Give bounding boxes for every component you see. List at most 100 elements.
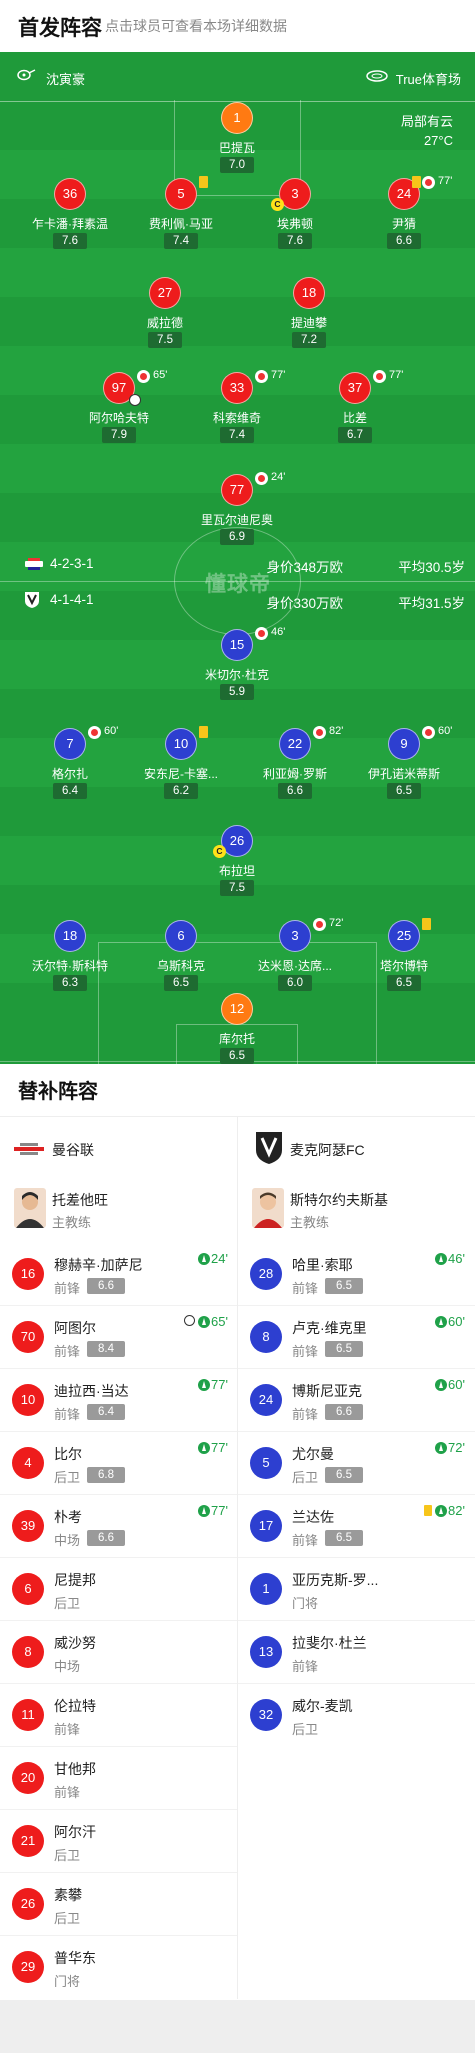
player-rating: 7.6 (53, 233, 87, 249)
sub-player-name: 迪拉西·当达 (54, 1383, 129, 1399)
sub-player-home[interactable]: 6 尼提邦 后卫 (0, 1558, 237, 1621)
away-formation: 4-1-4-1 (50, 592, 94, 607)
player-rating: 7.5 (220, 880, 254, 896)
substitution-minute: 77' (438, 175, 453, 187)
sub-player-home[interactable]: 16 穆赫辛·加萨尼 前锋 6.6 24' (0, 1243, 237, 1306)
away-team-header[interactable]: 麦克阿瑟FC (238, 1124, 475, 1172)
sub-player-rating: 6.4 (87, 1404, 125, 1420)
substitution-minute: 77' (211, 1377, 228, 1392)
sub-player-home[interactable]: 39 朴考 中场 6.6 77' (0, 1495, 237, 1558)
sub-player-rating: 6.5 (325, 1530, 363, 1546)
sub-player-away[interactable]: 5 尤尔曼 后卫 6.5 72' (238, 1432, 475, 1495)
yellow-card-icon (199, 176, 208, 188)
sub-player-name: 博斯尼亚克 (292, 1383, 362, 1399)
away-coach[interactable]: 斯特尔约夫斯基 主教练 (238, 1180, 475, 1236)
weather-temperature: 27°C (423, 133, 453, 148)
sub-player-name: 普华东 (54, 1950, 96, 1966)
away-team-value: 身价330万欧 (266, 596, 343, 611)
substitution-out-icon (313, 918, 326, 931)
home-team-value: 身价348万欧 (266, 560, 343, 575)
player-rating: 7.2 (292, 332, 326, 348)
shirt-number: 39 (12, 1510, 44, 1542)
sub-player-rating: 6.6 (87, 1278, 125, 1294)
player-rating: 6.6 (278, 783, 312, 799)
player-rating: 7.4 (220, 427, 254, 443)
shirt-number: 18 (293, 277, 325, 309)
sub-player-home[interactable]: 70 阿图尔 前锋 8.4 65' (0, 1306, 237, 1369)
sub-player-home[interactable]: 11 伦拉特 前锋 (0, 1684, 237, 1747)
captain-badge: C (213, 845, 226, 858)
sub-player-away[interactable]: 8 卢克·维克里 前锋 6.5 60' (238, 1306, 475, 1369)
sub-player-position: 前锋 (292, 1344, 319, 1359)
sub-player-home[interactable]: 29 普华东 门将 (0, 1936, 237, 1999)
player-name: 安东尼-卡塞... (144, 767, 218, 781)
sub-player-name: 尤尔曼 (292, 1446, 334, 1462)
shirt-number: 28 (250, 1258, 282, 1290)
lineup-header: 首发阵容 点击球员可查看本场详细数据 (0, 0, 475, 52)
shirt-number: 29 (12, 1951, 44, 1983)
sub-player-position: 后卫 (54, 1470, 81, 1485)
shirt-number: 12 (221, 993, 253, 1025)
sub-player-away[interactable]: 13 拉斐尔·杜兰 前锋 (238, 1621, 475, 1684)
substitution-in-icon (198, 1253, 210, 1265)
player-name: 格尔扎 (51, 767, 88, 781)
player-name: 尹猜 (391, 217, 416, 231)
substitution-out-icon (313, 726, 326, 739)
sub-player-away[interactable]: 24 博斯尼亚克 前锋 6.6 60' (238, 1369, 475, 1432)
home-coach[interactable]: 托差他旺 主教练 (0, 1180, 237, 1236)
player-name: 米切尔·杜克 (205, 668, 269, 682)
sub-player-name: 卢克·维克里 (292, 1320, 367, 1336)
shirt-number: 5 (250, 1447, 282, 1479)
player-name: 达米恩·达席... (258, 959, 332, 973)
substitution-in-icon (198, 1505, 210, 1517)
sub-player-rating: 6.8 (87, 1467, 125, 1483)
sub-player-away[interactable]: 1 亚历克斯-罗... 门将 (238, 1558, 475, 1621)
sub-player-rating: 6.5 (325, 1467, 363, 1483)
sub-player-home[interactable]: 20 甘他邦 前锋 (0, 1747, 237, 1810)
substitution-minute: 77' (211, 1503, 228, 1518)
player-rating: 6.4 (53, 783, 87, 799)
away-team-logo-icon (256, 1132, 282, 1164)
player-rating: 6.2 (164, 783, 198, 799)
sub-player-away[interactable]: 28 哈里·索耶 前锋 6.5 46' (238, 1243, 475, 1306)
shirt-number: 18 (54, 920, 86, 952)
home-team-header[interactable]: 曼谷联 (0, 1124, 237, 1172)
substitution-minute: 60' (448, 1314, 465, 1329)
sub-player-away[interactable]: 17 兰达佐 前锋 6.5 82' (238, 1495, 475, 1558)
sub-player-home[interactable]: 10 迪拉西·当达 前锋 6.4 77' (0, 1369, 237, 1432)
sub-player-rating: 8.4 (87, 1341, 125, 1357)
sub-player-name: 阿图尔 (54, 1320, 96, 1336)
shirt-number: 7 (54, 728, 86, 760)
substitution-out-icon (255, 370, 268, 383)
sub-player-home[interactable]: 8 威沙努 中场 (0, 1621, 237, 1684)
yellow-card-icon (424, 1505, 432, 1516)
sub-player-away[interactable]: 32 威尔-麦凯 后卫 (238, 1684, 475, 1747)
sub-player-home[interactable]: 26 素攀 后卫 (0, 1873, 237, 1936)
player-rating: 6.3 (53, 975, 87, 991)
coach-role: 主教练 (52, 1215, 92, 1230)
player-rating: 6.5 (164, 975, 198, 991)
sub-player-position: 前锋 (54, 1281, 81, 1296)
substitution-in-icon (435, 1253, 447, 1265)
sub-player-home[interactable]: 4 比尔 后卫 6.8 77' (0, 1432, 237, 1495)
sub-player-position: 中场 (54, 1533, 81, 1548)
substitution-out-icon (255, 627, 268, 640)
sub-player-name: 亚历克斯-罗... (292, 1572, 379, 1588)
substitution-out-icon (373, 370, 386, 383)
shirt-number: 3 (279, 920, 311, 952)
player-rating: 7.4 (164, 233, 198, 249)
shirt-number: 22 (279, 728, 311, 760)
sub-player-home[interactable]: 21 阿尔汗 后卫 (0, 1810, 237, 1873)
substitution-out-icon (255, 472, 268, 485)
sub-player-name: 比尔 (54, 1446, 82, 1462)
whistle-icon (17, 69, 36, 81)
coach-role: 主教练 (290, 1215, 330, 1230)
substitution-minute: 60' (448, 1377, 465, 1392)
player-name: 利亚姆·罗斯 (263, 767, 327, 781)
sub-player-position: 前锋 (54, 1722, 81, 1737)
player-rating: 7.6 (278, 233, 312, 249)
player-rating: 7.0 (220, 157, 254, 173)
substitution-minute: 72' (329, 917, 344, 929)
shirt-number: 26 (12, 1888, 44, 1920)
coach-avatar (14, 1188, 46, 1228)
